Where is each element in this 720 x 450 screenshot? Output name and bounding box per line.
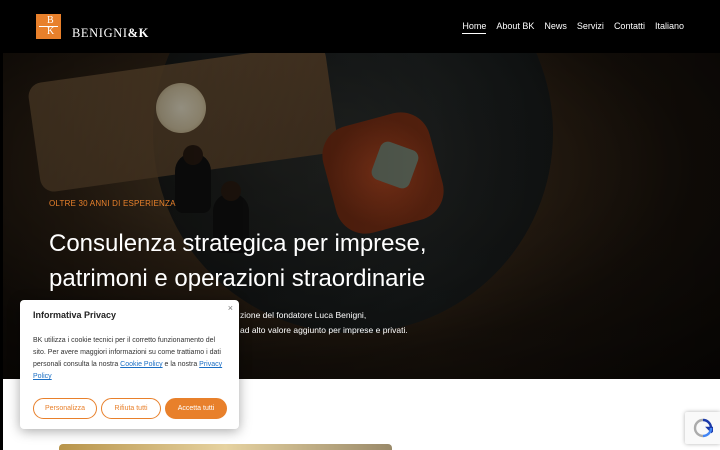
brand-name[interactable]: BENIGNI&K <box>72 26 149 41</box>
brand-name-main: BENIGNI <box>72 26 128 40</box>
cookie-buttons: Personalizza Rifiuta tutti Accetta tutti <box>33 398 227 419</box>
content-image-top <box>59 444 392 450</box>
main-nav: Home About BK News Servizi Contatti Ital… <box>452 21 684 34</box>
reject-all-button[interactable]: Rifiuta tutti <box>101 398 161 419</box>
hero-headline-line2: patrimoni e operazioni straordinarie <box>49 265 426 292</box>
nav-about[interactable]: About BK <box>496 21 534 34</box>
hero-subtext-line1: zione del fondatore Luca Benigni, <box>240 310 367 320</box>
nav-language[interactable]: Italiano <box>655 21 684 34</box>
nav-servizi[interactable]: Servizi <box>577 21 604 34</box>
hero-kicker: OLTRE 30 ANNI DI ESPERIENZA <box>49 199 176 208</box>
cookie-consent-dialog: × Informativa Privacy BK utilizza i cook… <box>20 300 239 429</box>
accept-all-button[interactable]: Accetta tutti <box>165 398 227 419</box>
nav-home[interactable]: Home <box>462 21 487 34</box>
cookie-text-part2: e la nostra <box>162 361 200 368</box>
hero-subtext: zione del fondatore Luca Benigni, ad alt… <box>240 308 460 338</box>
logo-mark[interactable]: B K <box>36 14 61 39</box>
cookie-text: BK utilizza i cookie tecnici per il corr… <box>33 335 226 383</box>
cookie-title: Informativa Privacy <box>33 310 117 320</box>
logo-letter-k: K <box>47 26 55 37</box>
cookie-policy-link[interactable]: Cookie Policy <box>120 361 162 368</box>
customize-button[interactable]: Personalizza <box>33 398 97 419</box>
nav-contatti[interactable]: Contatti <box>614 21 645 34</box>
hero-headline: Consulenza strategica per imprese, patri… <box>49 226 489 296</box>
site-header: B K BENIGNI&K Home About BK News Servizi… <box>0 0 720 53</box>
hero-subtext-line2: ad alto valore aggiunto per imprese e pr… <box>240 325 408 335</box>
close-icon[interactable]: × <box>228 303 233 313</box>
recaptcha-icon <box>693 418 713 438</box>
nav-news[interactable]: News <box>544 21 567 34</box>
hero-headline-line1: Consulenza strategica per imprese, <box>49 230 427 257</box>
brand-name-amp: &K <box>127 26 149 40</box>
recaptcha-badge[interactable] <box>685 412 720 444</box>
logo-letter-b: B <box>47 15 54 26</box>
